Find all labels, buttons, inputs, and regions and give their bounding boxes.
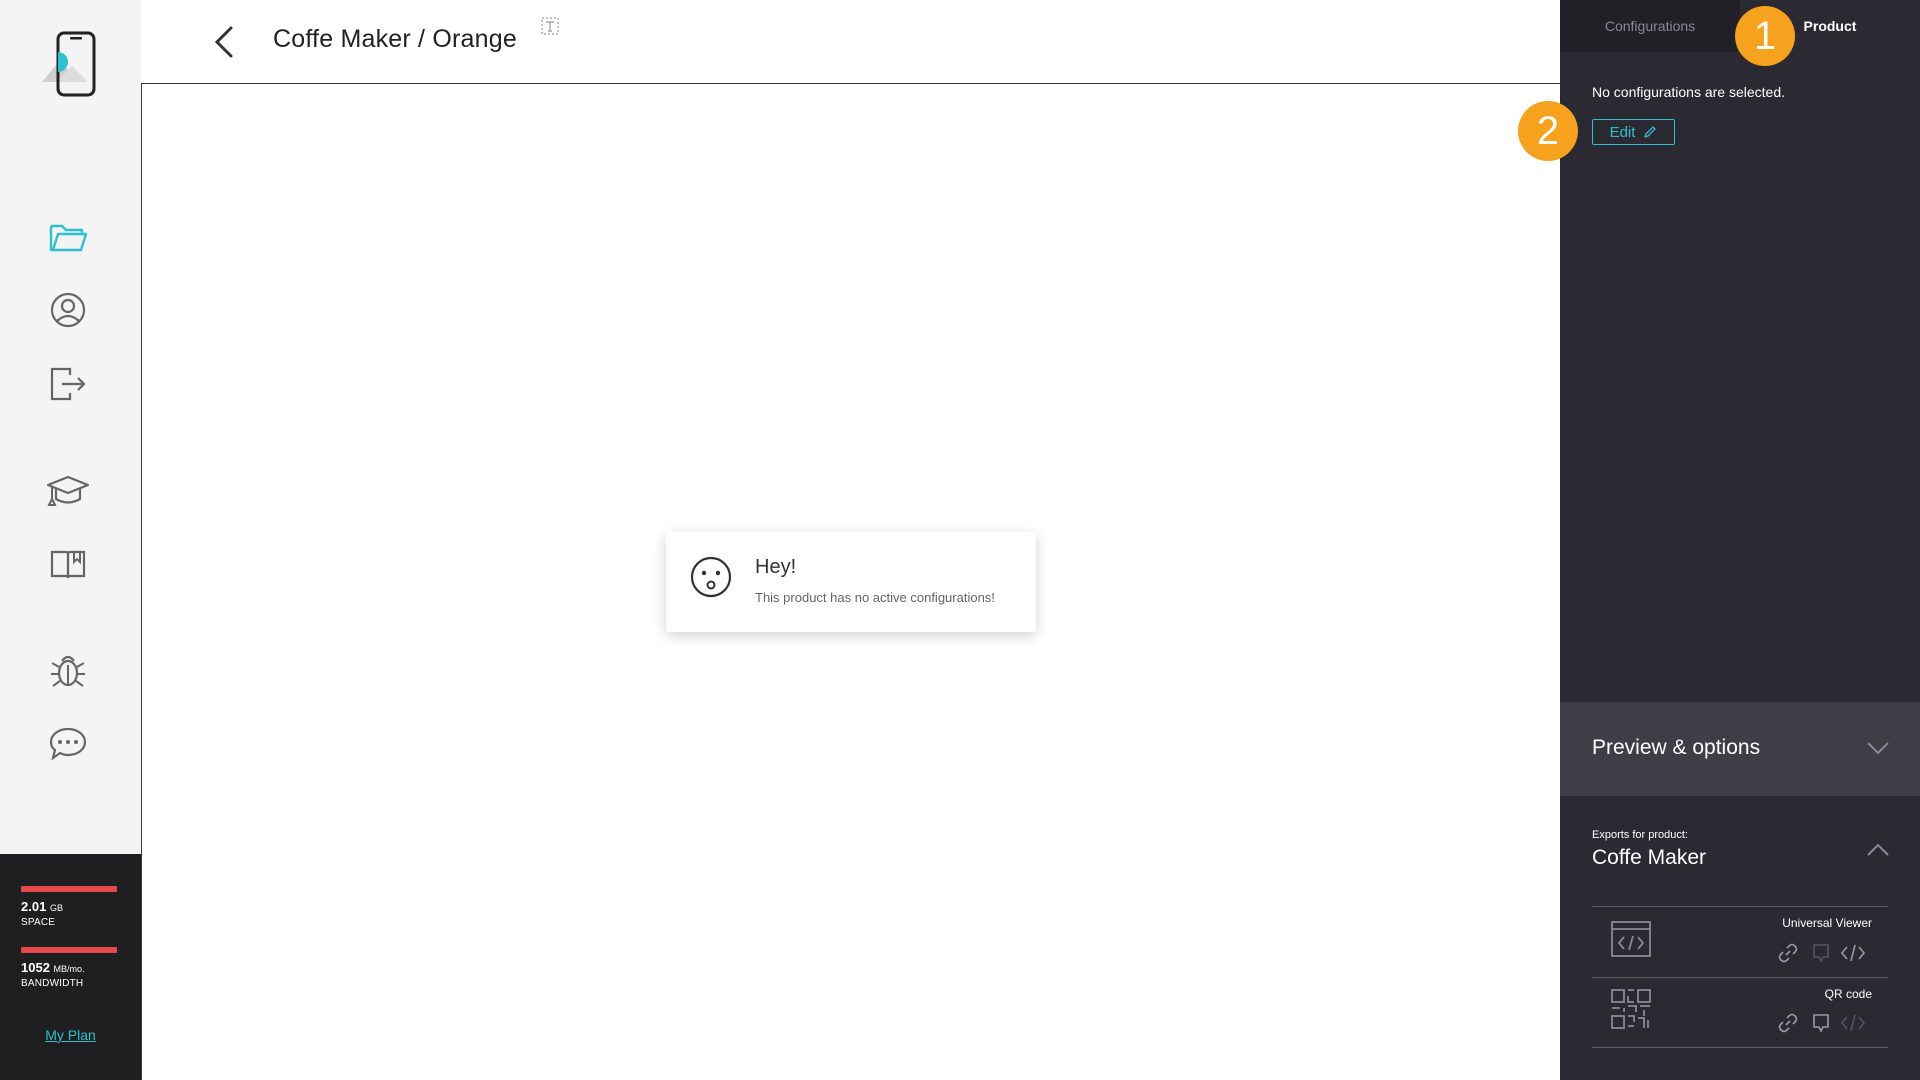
preview-options-title: Preview & options [1592,736,1761,759]
space-number: 2.01 [21,899,47,914]
chat-icon[interactable] [44,720,92,768]
left-sidebar: 2.01 GB SPACE 1052 MB/mo. BANDWIDTH My P… [0,0,141,1080]
pencil-icon [1644,126,1657,138]
bandwidth-usage-bar [21,947,117,953]
export-label-qr-code: QR code [1824,987,1872,1001]
divider [1592,906,1888,907]
notification-toast: Hey! This product has no active configur… [666,532,1036,632]
page-title: Coffe Maker / Orange [273,25,517,53]
viewer-canvas[interactable]: Hey! This product has no active configur… [141,84,1560,1080]
space-value: 2.01 GB [21,899,63,914]
back-button[interactable] [209,22,239,62]
link-icon[interactable] [1775,1010,1801,1036]
export-label-universal-viewer: Universal Viewer [1782,916,1872,930]
toast-message: This product has no active configuration… [755,590,995,605]
divider [1592,977,1888,978]
graduation-cap-icon[interactable] [44,467,92,515]
bug-icon[interactable] [44,646,92,694]
embed-code-icon[interactable] [1840,940,1866,966]
tab-configurations[interactable]: Configurations [1560,0,1740,52]
toast-title: Hey! [755,556,797,578]
link-icon[interactable] [1775,940,1801,966]
exports-product-name: Coffe Maker [1592,846,1706,869]
space-label: SPACE [21,917,56,928]
bandwidth-value: 1052 MB/mo. [21,960,85,975]
code-window-icon [1610,918,1652,960]
space-usage-bar [21,886,117,892]
preview-options-section[interactable]: Preview & options [1560,702,1920,796]
embed-code-icon[interactable] [1840,1010,1866,1036]
app-logo[interactable] [38,30,102,98]
bandwidth-number: 1052 [21,960,50,975]
divider [1592,1047,1888,1048]
user-icon[interactable] [44,286,92,334]
rename-icon[interactable] [540,16,560,36]
folder-icon[interactable] [44,212,92,260]
edit-label: Edit [1609,123,1636,141]
right-panel: Configurations Product No configurations… [1560,0,1920,1080]
logout-icon[interactable] [44,360,92,408]
edit-button[interactable]: Edit [1592,119,1675,145]
chevron-up-icon[interactable] [1866,840,1890,860]
annotation-marker-1: 1 [1735,6,1795,66]
exports-caption: Exports for product: [1592,829,1688,841]
my-plan-link[interactable]: My Plan [0,1027,141,1043]
bandwidth-unit: MB/mo. [53,964,85,974]
space-unit: GB [49,903,63,913]
surprised-face-icon [690,556,732,598]
no-configurations-text: No configurations are selected. [1592,84,1785,100]
usage-panel: 2.01 GB SPACE 1052 MB/mo. BANDWIDTH [0,854,141,1080]
annotation-marker-2: 2 [1518,101,1578,161]
book-icon[interactable] [44,540,92,588]
download-icon[interactable] [1808,1010,1834,1036]
download-icon[interactable] [1808,940,1834,966]
qr-code-icon [1610,988,1652,1030]
page-header: Coffe Maker / Orange [141,0,1560,84]
chevron-down-icon[interactable] [1866,738,1890,758]
bandwidth-label: BANDWIDTH [21,978,84,989]
chevron-left-icon [214,26,233,58]
